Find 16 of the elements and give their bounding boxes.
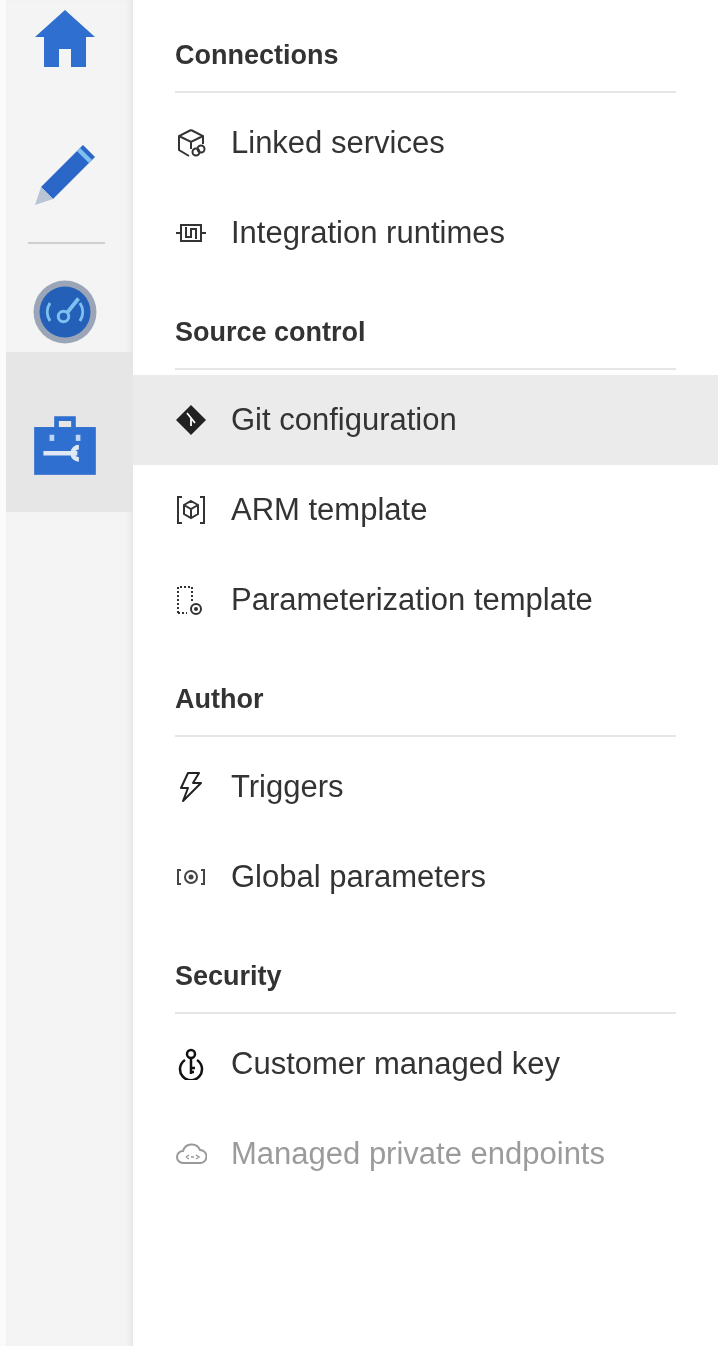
git-diamond-icon <box>175 404 207 436</box>
menu-item[interactable]: Triggers <box>133 742 718 832</box>
menu-item[interactable]: ARM template <box>133 465 718 555</box>
menu-item[interactable]: Integration runtimes <box>133 188 718 278</box>
menu-item[interactable]: Linked services <box>133 98 718 188</box>
section-heading: Source control <box>175 316 367 349</box>
nav-rail-button[interactable] <box>6 352 133 512</box>
menu-item[interactable]: Customer managed key <box>133 1019 718 1109</box>
section-heading: Connections <box>175 39 340 72</box>
menu-item[interactable]: Global parameters <box>133 832 718 922</box>
menu-item[interactable]: Parameterization template <box>133 555 718 645</box>
bracket-cube-icon <box>175 494 207 526</box>
menu-item[interactable]: Git configuration <box>133 375 718 465</box>
section-heading: Security <box>175 960 283 993</box>
section-heading: Author <box>175 683 265 716</box>
cube-link-icon <box>175 127 207 159</box>
